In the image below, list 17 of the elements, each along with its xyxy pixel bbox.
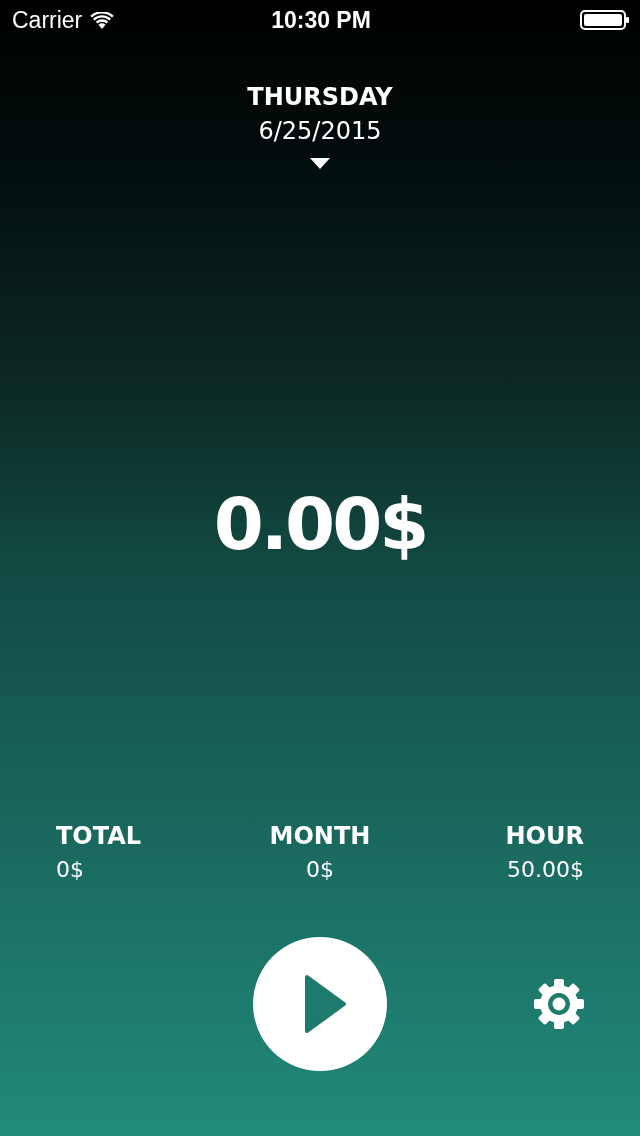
play-icon [303, 975, 347, 1033]
battery-icon [580, 10, 630, 30]
stat-value: 0$ [56, 856, 85, 884]
carrier-name: Carrier [12, 6, 83, 34]
clock-time: 10:30 PM [271, 6, 371, 34]
weekday-label: THURSDAY [247, 82, 393, 113]
stat-label: HOUR [504, 821, 584, 852]
stat-value: 50.00$ [506, 856, 584, 884]
date-label: 6/25/2015 [258, 116, 382, 147]
stat-value: 0$ [305, 856, 335, 884]
date-picker[interactable]: THURSDAY 6/25/2015 [247, 80, 393, 169]
stat-label: MONTH [268, 821, 372, 852]
earnings-amount: 0.00$ [212, 481, 428, 568]
stat-label: TOTAL [56, 821, 143, 852]
wifi-icon [90, 11, 115, 29]
dropdown-triangle-icon[interactable] [310, 158, 330, 169]
settings-icon[interactable] [534, 979, 584, 1029]
